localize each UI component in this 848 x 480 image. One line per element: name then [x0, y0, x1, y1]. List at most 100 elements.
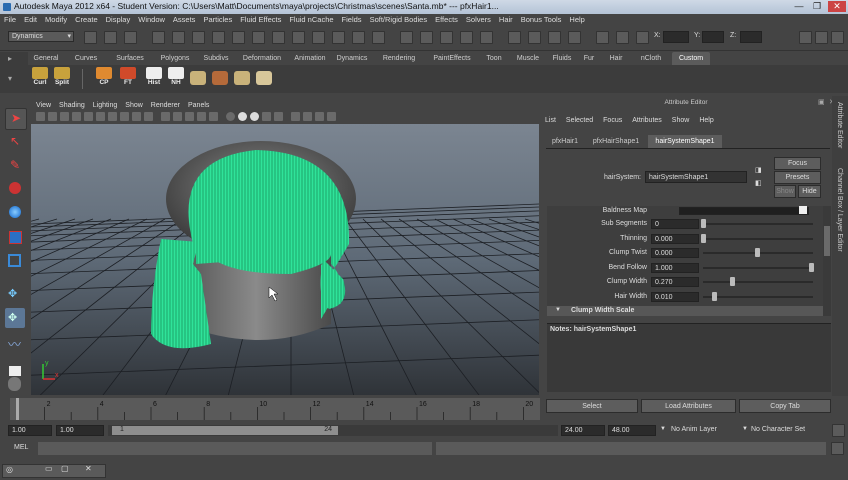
ao-icon[interactable]	[327, 112, 336, 121]
show-button[interactable]: Show	[774, 185, 796, 198]
select-by-dynamic-icon[interactable]	[312, 31, 325, 44]
ae-tab-pfxhair1[interactable]: pfxHair1	[546, 135, 584, 148]
script-editor-icon[interactable]	[831, 442, 844, 455]
menu-particles[interactable]: Particles	[199, 14, 236, 24]
float-panel-icon[interactable]: ▣	[818, 98, 825, 106]
history-icon[interactable]	[508, 31, 521, 44]
menu-fields[interactable]: Fields	[338, 14, 366, 24]
attr-field-clump-twist[interactable]: 0.000	[651, 248, 699, 259]
attr-slider-knob[interactable]	[711, 292, 717, 301]
range-slider-track[interactable]: 1 24	[108, 425, 558, 436]
close-button[interactable]: ✕	[828, 1, 846, 12]
viewport-menu-shading[interactable]: Shading	[55, 102, 89, 109]
manipulator-tool-icon[interactable]	[5, 252, 25, 272]
open-scene-icon[interactable]	[104, 31, 117, 44]
film-gate-icon[interactable]	[96, 112, 105, 121]
anim-layer-dropdown[interactable]: No Anim Layer	[671, 426, 717, 433]
attr-slider-knob[interactable]	[701, 219, 706, 228]
isolate-icon[interactable]	[303, 112, 312, 121]
start-time-field[interactable]: 1.00	[8, 425, 52, 436]
menu-display[interactable]: Display	[102, 14, 135, 24]
notes-area[interactable]: Notes: hairSystemShape1	[547, 323, 831, 392]
shelf-tab-hair[interactable]: Hair	[602, 52, 630, 65]
shelf-tab-painteffects[interactable]: PaintEffects	[426, 52, 478, 65]
current-frame-marker[interactable]	[16, 398, 19, 420]
time-slider[interactable]: 2 4 6 8 10 12 14 16 18 20	[10, 398, 540, 420]
restore-button[interactable]: ❐	[810, 1, 824, 12]
camera-attributes-icon[interactable]	[48, 112, 57, 121]
gate-mask-icon[interactable]	[120, 112, 129, 121]
select-by-render-icon[interactable]	[332, 31, 345, 44]
playback-end-field[interactable]: 24.00	[561, 425, 605, 436]
shelf-menu-icon[interactable]: ▸	[8, 54, 12, 63]
menu-solvers[interactable]: Solvers	[462, 14, 495, 24]
attr-slider-track[interactable]	[703, 237, 813, 240]
clump-width-scale-header[interactable]: ▼ Clump Width Scale	[547, 306, 823, 316]
shelf-icon-split[interactable]: Split	[52, 67, 72, 91]
menu-file[interactable]: File	[0, 14, 20, 24]
hide-button[interactable]: Hide	[798, 185, 821, 198]
menu-create[interactable]: Create	[71, 14, 102, 24]
attribute-editor-toggle-icon[interactable]	[799, 31, 812, 44]
tool-settings-toggle-icon[interactable]	[815, 31, 828, 44]
menu-help[interactable]: Help	[565, 14, 588, 24]
new-scene-icon[interactable]	[84, 31, 97, 44]
attr-slider-track[interactable]	[703, 223, 813, 225]
lasso-tool-icon[interactable]: ↖	[5, 132, 25, 152]
ae-menu-list[interactable]: List	[545, 117, 556, 124]
attr-slider-knob[interactable]	[730, 277, 736, 287]
command-input[interactable]	[38, 442, 432, 455]
absolute-transform-icon[interactable]	[636, 31, 649, 44]
attr-field-sub-segments[interactable]: 0	[651, 219, 699, 229]
viewport-menu-view[interactable]: View	[32, 102, 55, 109]
minimized-window[interactable]: ◎ ▭ ▢ ✕	[2, 464, 106, 478]
resolution-gate-icon[interactable]	[108, 112, 117, 121]
shelf-tab-general[interactable]: General	[28, 52, 64, 65]
ae-tab-pfxhairshape1[interactable]: pfxHairShape1	[588, 135, 644, 148]
viewport-menu-lighting[interactable]: Lighting	[89, 102, 122, 109]
attr-slider-knob[interactable]	[701, 233, 706, 243]
load-attributes-button[interactable]: Load Attributes	[641, 399, 736, 413]
shelf-tab-custom[interactable]: Custom	[672, 52, 710, 65]
shelf-icon-hist[interactable]: Hist	[144, 67, 164, 91]
x-field[interactable]	[663, 31, 689, 43]
side-tab-attribute-editor[interactable]: Attribute Editor	[836, 102, 843, 148]
map-button-icon[interactable]	[799, 206, 807, 214]
ipr-icon[interactable]	[548, 31, 561, 44]
smooth-shade-icon[interactable]	[173, 112, 182, 121]
attr-field-clump-width[interactable]: 0.270	[651, 277, 699, 288]
attr-slider-knob[interactable]	[809, 262, 814, 272]
select-button[interactable]: Select	[546, 399, 638, 413]
xray-joints-icon[interactable]	[291, 112, 300, 121]
ae-menu-help[interactable]: Help	[699, 117, 713, 124]
lights-icon[interactable]	[238, 112, 247, 121]
attr-field-hair-width[interactable]: 0.010	[651, 292, 699, 302]
menu-edit[interactable]: Edit	[20, 14, 41, 24]
paint-hair-icon[interactable]	[210, 67, 230, 91]
scale-tool-icon[interactable]	[5, 228, 25, 248]
output-connection-icon[interactable]: ◧	[755, 179, 762, 187]
field-chart-icon[interactable]	[132, 112, 141, 121]
select-tool-icon[interactable]: ➤	[5, 108, 27, 130]
shelf-tab-polygons[interactable]: Polygons	[154, 52, 196, 65]
ae-menu-attributes[interactable]: Attributes	[632, 117, 662, 124]
attr-slider-track[interactable]	[703, 266, 813, 269]
minimized-maximize-icon[interactable]: ▢	[61, 464, 69, 473]
z-field[interactable]	[740, 31, 762, 43]
baldness-map-field[interactable]	[679, 207, 809, 215]
focus-button[interactable]: Focus	[774, 157, 821, 170]
viewport[interactable]: y x	[31, 124, 539, 395]
attr-slider-track[interactable]	[703, 281, 813, 284]
snap-grid-icon[interactable]	[400, 31, 413, 44]
menu-fluid-ncache[interactable]: Fluid nCache	[285, 14, 337, 24]
select-by-surface-icon[interactable]	[272, 31, 285, 44]
shelf-options-icon[interactable]: ▾	[8, 74, 12, 83]
hair-brush-icon[interactable]	[188, 67, 208, 91]
ae-menu-selected[interactable]: Selected	[566, 117, 593, 124]
attr-slider-knob[interactable]	[755, 248, 760, 258]
save-scene-icon[interactable]	[124, 31, 137, 44]
hair-cache-icon[interactable]	[254, 67, 274, 91]
ae-menu-show[interactable]: Show	[672, 117, 690, 124]
viewport-menu-show[interactable]: Show	[121, 102, 147, 109]
show-manipulator-tool-icon[interactable]: ✥	[5, 308, 25, 328]
